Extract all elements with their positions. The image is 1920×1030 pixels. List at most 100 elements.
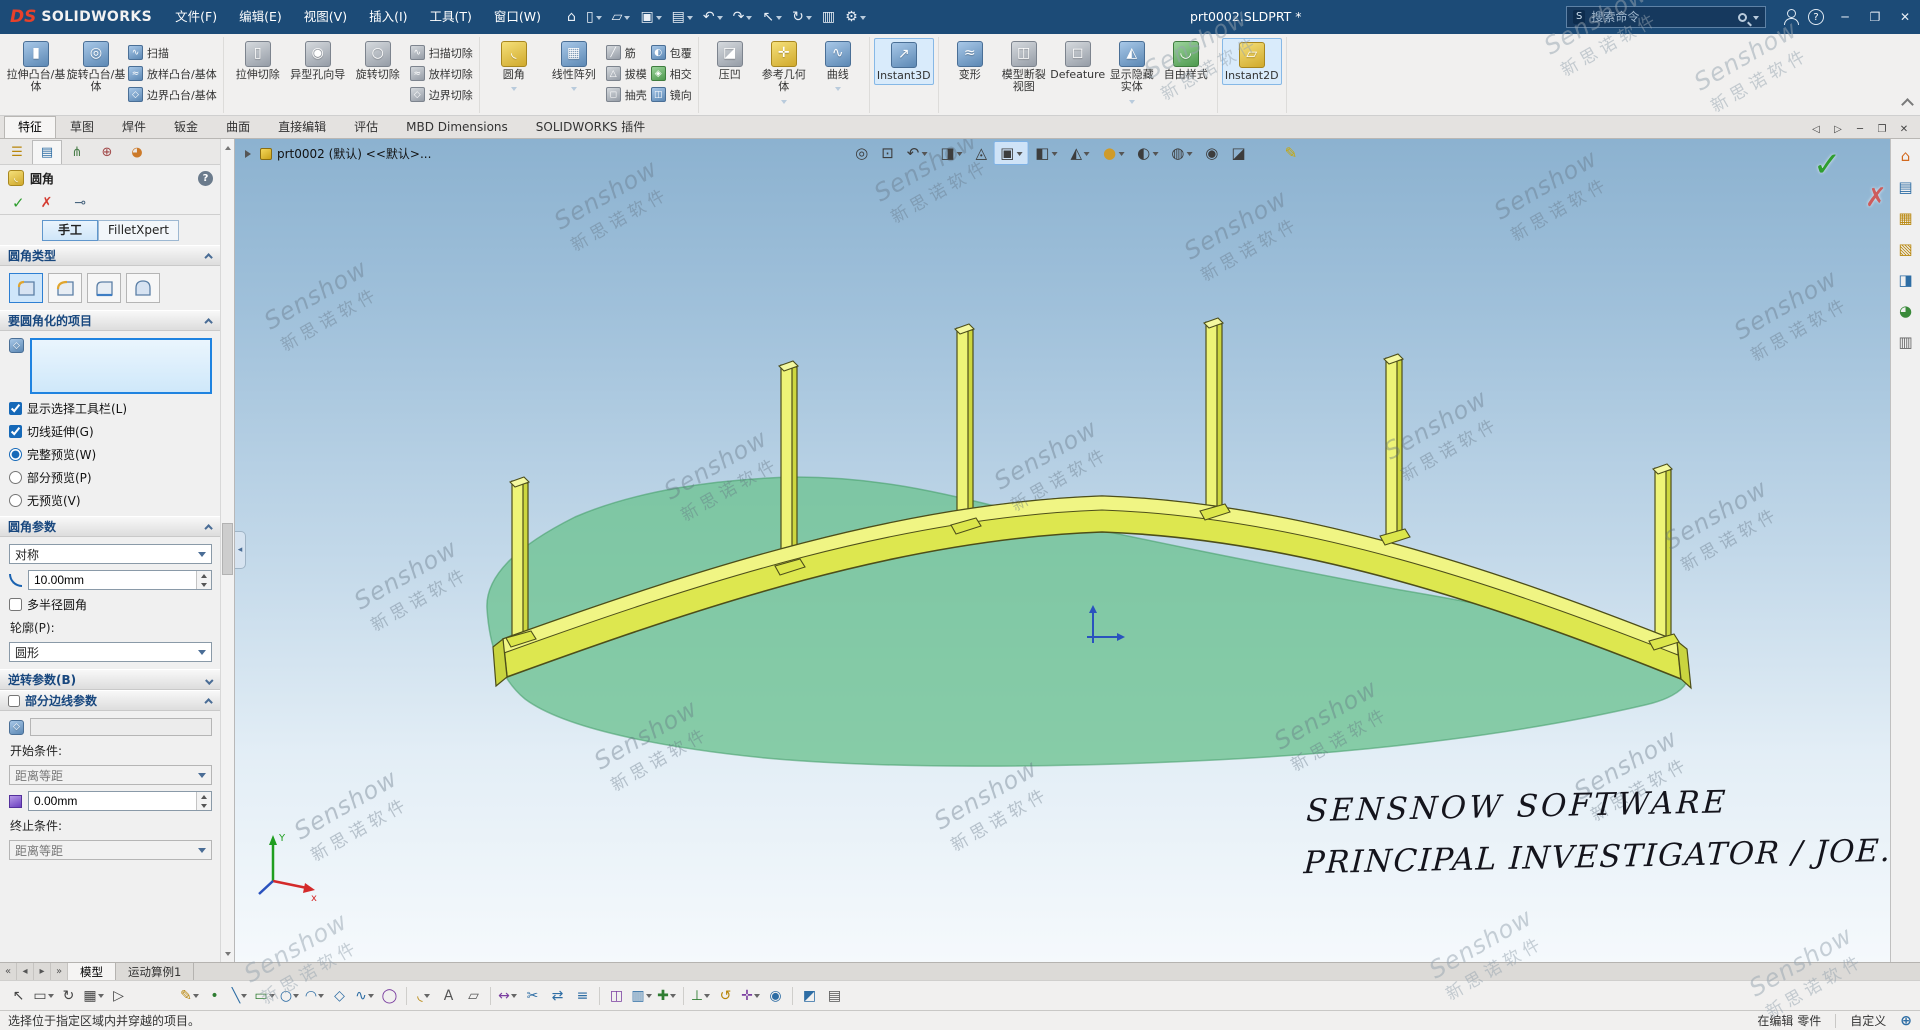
pm-ok-button[interactable]: ✓ [12, 194, 25, 212]
feature-tree-flyout[interactable]: prt0002 (默认) <<默认>... [245, 145, 431, 162]
variable-size-fillet-button[interactable] [48, 273, 82, 303]
command-tab[interactable]: 直接编辑 [264, 116, 340, 138]
edit-sketch-icon[interactable]: ✎ [1279, 141, 1304, 165]
panel-scrollbar[interactable] [220, 139, 234, 962]
command-tab[interactable]: 草图 [56, 116, 108, 138]
linear-pattern-button[interactable]: ▦线性阵列 [544, 38, 604, 94]
globe-icon[interactable]: ⊕ [1900, 1013, 1912, 1029]
view-settings-icon[interactable]: ◍ [1165, 141, 1198, 165]
close-doc-icon[interactable]: ✕ [1894, 120, 1914, 138]
rapid-sketch-icon[interactable]: ◉ [763, 984, 788, 1008]
full-round-fillet-button[interactable] [126, 273, 160, 303]
indent-button[interactable]: ◪压凹 [703, 38, 757, 81]
partial-edge-checkbox[interactable] [8, 695, 20, 707]
sw-resources-icon[interactable]: ▤ [1895, 176, 1917, 198]
shadow-icon[interactable]: ◪ [1225, 141, 1251, 165]
expand-tree-icon[interactable] [245, 150, 255, 158]
redo-icon[interactable]: ↷ [728, 0, 758, 34]
linear-sketch-pattern-icon[interactable]: ▥ [629, 984, 654, 1008]
scrollbar-thumb[interactable] [222, 523, 233, 575]
section-partial-edge-parameters[interactable]: 部分边线参数 [0, 690, 221, 711]
intersect-button[interactable]: ◈相交 [651, 65, 692, 82]
no-preview-radio[interactable] [9, 494, 22, 507]
pm-pin-icon[interactable]: ⊸ [74, 195, 86, 211]
offset-entities-icon[interactable]: ≡ [570, 984, 595, 1008]
spline-icon[interactable]: ∿ [352, 984, 377, 1008]
sketch-picture-icon[interactable]: ▤ [822, 984, 847, 1008]
appearances-icon[interactable]: ◕ [1895, 300, 1917, 322]
search-icon[interactable] [1738, 13, 1747, 22]
grid-icon[interactable]: ▦ [81, 984, 106, 1008]
design-library-icon[interactable]: ▦ [1895, 207, 1917, 229]
circle-icon[interactable]: ○ [277, 984, 302, 1008]
extrude-boss-button[interactable]: ▮拉伸凸台/基体 [6, 38, 66, 94]
tab-scroll-left-icon[interactable]: ◂ [17, 963, 34, 980]
full-preview-radio[interactable] [9, 448, 22, 461]
freeform-button[interactable]: ◡自由样式 [1159, 38, 1213, 81]
task-home-icon[interactable]: ⌂ [1895, 145, 1917, 167]
ribbon-collapse-icon[interactable] [1901, 98, 1914, 111]
sketch-fillet-icon[interactable]: ◟ [411, 984, 436, 1008]
boundary-boss-button[interactable]: ◇边界凸台/基体 [128, 86, 217, 103]
display-manager-tab[interactable]: ◕ [122, 140, 152, 164]
maximize-button[interactable]: ❐ [1860, 0, 1890, 34]
mirror-button[interactable]: ◫镜向 [651, 86, 692, 103]
partial-edge-input[interactable] [30, 718, 212, 736]
home-icon[interactable]: ⌂ [562, 0, 581, 34]
manual-mode-button[interactable]: 手工 [42, 220, 98, 241]
pm-help-icon[interactable]: ? [198, 171, 213, 186]
sketch-icon[interactable]: ✎ [177, 984, 202, 1008]
scroll-down-icon[interactable] [221, 948, 234, 962]
zoom-fit-icon[interactable]: ◎ [849, 141, 874, 165]
confirm-ok-button[interactable]: ✓ [1813, 145, 1842, 185]
polygon-icon[interactable]: ◇ [327, 984, 352, 1008]
command-search[interactable]: S [1566, 6, 1766, 28]
rebuild-icon[interactable]: ↻ [787, 0, 817, 34]
command-tab[interactable]: 焊件 [108, 116, 160, 138]
swept-cut-button[interactable]: ∿扫描切除 [410, 44, 473, 61]
apply-scene-icon[interactable]: ◐ [1131, 141, 1164, 165]
minimize-button[interactable]: ─ [1830, 0, 1860, 34]
radius-spinner[interactable] [196, 571, 211, 589]
show-selection-toolbar-checkbox[interactable] [9, 402, 22, 415]
rebuild-small-icon[interactable]: ↻ [56, 984, 81, 1008]
shaded-sketch-contours-icon[interactable]: ◩ [797, 984, 822, 1008]
customize-button[interactable]: 自定义 [1850, 1012, 1886, 1029]
constant-size-fillet-button[interactable] [9, 273, 43, 303]
print-icon[interactable]: ▤ [667, 0, 698, 34]
hole-wizard-button[interactable]: ◉异型孔向导 [288, 38, 348, 81]
defeature-button[interactable]: ◻Defeature [1051, 38, 1105, 81]
edges-selection-list[interactable] [30, 338, 212, 394]
model-break-view-button[interactable]: ◫模型断裂视图 [997, 38, 1051, 94]
offset-input[interactable] [29, 794, 196, 808]
symmetry-select[interactable]: 对称 [9, 544, 212, 564]
graphics-area[interactable]: ◎⊡↶◨◬▣◧◭●◐◍◉◪✎ prt0002 (默认) <<默认>... [235, 139, 1890, 962]
command-tab[interactable]: 评估 [340, 116, 392, 138]
tab-scroll-last-icon[interactable]: » [51, 963, 68, 980]
lofted-boss-button[interactable]: ≈放样凸台/基体 [128, 65, 217, 82]
search-caret-icon[interactable] [1753, 16, 1759, 23]
view-orientation-icon[interactable]: ▣ [994, 141, 1028, 165]
tab-scroll-first-icon[interactable]: « [0, 963, 17, 980]
feature-manager-tab[interactable]: ☰ [2, 140, 32, 164]
view-palette-icon[interactable]: ◨ [1895, 269, 1917, 291]
offset-spinner[interactable] [196, 792, 211, 810]
section-setback-parameters[interactable]: 逆转参数(B) [0, 669, 221, 690]
dimxpert-manager-tab[interactable]: ⊕ [92, 140, 122, 164]
fillet-button[interactable]: ◟圆角 [484, 38, 544, 94]
lofted-cut-button[interactable]: ≈放样切除 [410, 65, 473, 82]
ellipse-icon[interactable]: ◯ [377, 984, 402, 1008]
model-tab[interactable]: 模型 [68, 963, 116, 980]
display-style-icon[interactable]: ◧ [1029, 141, 1063, 165]
menu-item[interactable]: 插入(I) [358, 0, 418, 34]
tab-scroll-right-icon[interactable]: ▸ [34, 963, 51, 980]
hide-show-items-icon[interactable]: ◭ [1064, 141, 1096, 165]
undo-icon[interactable]: ↶ [698, 0, 728, 34]
file-properties-icon[interactable]: ▥ [817, 0, 840, 34]
shell-button[interactable]: ◻抽壳 [606, 86, 647, 103]
section-items-to-fillet[interactable]: 要圆角化的项目 [0, 310, 221, 331]
partial-preview-radio[interactable] [9, 471, 22, 484]
command-tab[interactable]: 钣金 [160, 116, 212, 138]
instant3d-button[interactable]: ↗Instant3D [874, 38, 934, 85]
search-input[interactable] [1591, 10, 1732, 24]
